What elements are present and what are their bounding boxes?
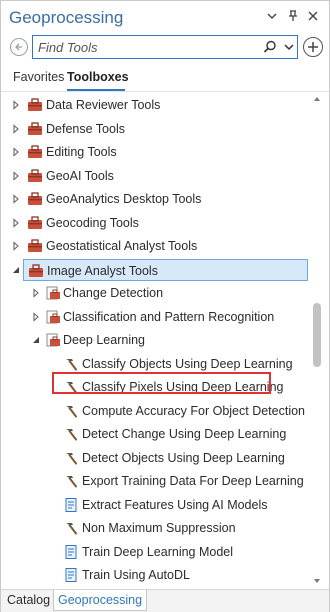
close-icon[interactable] xyxy=(306,10,320,24)
bottom-tab-bar: Catalog Geoprocessing xyxy=(1,589,329,612)
tree-item-tool[interactable]: Export Training Data For Deep Learning xyxy=(1,470,306,492)
plus-icon xyxy=(308,42,318,52)
tree-item-label: Change Detection xyxy=(63,286,164,300)
tree-item-toolbox[interactable]: Geocoding Tools xyxy=(1,212,306,234)
pane-title: Geoprocessing xyxy=(9,8,124,27)
scroll-thumb[interactable] xyxy=(313,303,321,367)
toolbox-icon xyxy=(28,121,42,135)
search-input[interactable] xyxy=(38,39,253,55)
hammer-tool-icon xyxy=(66,523,77,535)
tree-item-toolbox[interactable]: GeoAI Tools xyxy=(1,165,306,187)
tab-favorites[interactable]: Favorites xyxy=(13,70,64,84)
hammer-tool-icon xyxy=(66,405,77,417)
tree-item-label: Image Analyst Tools xyxy=(47,263,158,278)
collapsed-triangle-icon[interactable] xyxy=(11,123,21,134)
script-tool-icon xyxy=(65,544,77,559)
vertical-scrollbar[interactable] xyxy=(311,93,323,589)
tree-item-label: GeoAnalytics Desktop Tools xyxy=(46,192,202,206)
toolbox-icon xyxy=(28,168,42,182)
collapsed-triangle-icon[interactable] xyxy=(31,288,41,298)
tree-item-label: Classification and Pattern Recognition xyxy=(63,309,275,324)
toolbox-icon xyxy=(28,98,42,111)
tree-item-label: Train Using AutoDL xyxy=(82,568,190,582)
tree-item-label: Train Deep Learning Model xyxy=(82,544,234,559)
tree-item-toolset[interactable]: Deep Learning xyxy=(1,329,306,351)
script-tool-icon xyxy=(65,497,77,512)
tree-item-label: Export Training Data For Deep Learning xyxy=(82,474,304,488)
bottom-tab-catalog[interactable]: Catalog xyxy=(3,590,54,610)
chevron-down-icon[interactable] xyxy=(283,41,295,53)
hammer-tool-icon xyxy=(66,476,77,488)
tree-item-tool[interactable]: Extract Features Using AI Models xyxy=(1,494,306,516)
tree-item-label: Defense Tools xyxy=(46,121,125,136)
tree-item-tool[interactable]: Non Maximum Suppression xyxy=(1,517,306,539)
search-row xyxy=(1,35,329,59)
tree-item-tool[interactable]: Detect Change Using Deep Learning xyxy=(1,423,306,445)
toolset-icon xyxy=(46,310,60,323)
collapsed-triangle-icon[interactable] xyxy=(11,241,21,251)
script-tool-icon xyxy=(65,568,77,582)
tree-item-tool[interactable]: Compute Accuracy For Object Detection xyxy=(1,400,306,422)
toolbox-icon xyxy=(28,145,42,158)
tree-item-label: Detect Objects Using Deep Learning xyxy=(82,450,285,465)
active-tab-indicator xyxy=(67,89,125,91)
geoprocessing-pane: Geoprocessing Find Tools Favorites Toolb… xyxy=(0,0,330,612)
add-button[interactable] xyxy=(303,37,323,57)
tree-item-label: Compute Accuracy For Object Detection xyxy=(82,403,306,418)
collapsed-triangle-icon[interactable] xyxy=(11,217,21,228)
tree-item-toolbox[interactable]: GeoAnalytics Desktop Tools xyxy=(1,188,306,210)
toolbox-icon xyxy=(29,263,43,277)
scroll-up-icon[interactable] xyxy=(313,95,321,103)
arrow-left-icon xyxy=(15,43,22,51)
bottom-tab-geoprocessing[interactable]: Geoprocessing xyxy=(53,590,148,611)
toolbox-icon xyxy=(28,239,42,252)
collapsed-triangle-icon[interactable] xyxy=(31,311,41,322)
toolset-icon xyxy=(46,333,60,347)
pane-titlebar: Geoprocessing xyxy=(1,1,329,35)
tree-item-label: Non Maximum Suppression xyxy=(82,521,236,535)
scroll-down-icon[interactable] xyxy=(313,577,321,585)
hammer-tool-icon xyxy=(66,452,77,464)
tree-item-label: Data Reviewer Tools xyxy=(46,98,161,112)
search-icon[interactable] xyxy=(263,40,277,54)
toolset-icon xyxy=(46,286,60,300)
collapsed-triangle-icon[interactable] xyxy=(11,100,21,110)
tree-item-toolbox[interactable]: Geostatistical Analyst Tools xyxy=(1,235,306,257)
toolbox-tree: Data Reviewer Tools Defense Tools Editing … xyxy=(1,93,329,589)
chevron-down-icon[interactable] xyxy=(265,10,279,24)
tree-item-label: Geocoding Tools xyxy=(46,215,139,230)
tree-item-toolbox[interactable]: Data Reviewer Tools xyxy=(1,94,306,116)
toolbox-icon xyxy=(28,215,42,229)
tree-item-toolbox[interactable]: Image Analyst Tools xyxy=(23,258,308,281)
tree-item-toolset[interactable]: Change Detection xyxy=(1,282,306,304)
tab-toolboxes[interactable]: Toolboxes xyxy=(67,70,129,84)
tree-item-tool[interactable]: Train Using AutoDL xyxy=(1,564,306,586)
tree-item-tool[interactable]: Detect Objects Using Deep Learning xyxy=(1,447,306,469)
collapsed-triangle-icon[interactable] xyxy=(11,147,21,157)
tree-item-label: GeoAI Tools xyxy=(46,168,114,183)
tree-item-toolbox[interactable]: Editing Tools xyxy=(1,141,306,163)
tree-item-label: Geostatistical Analyst Tools xyxy=(46,239,198,253)
tree-item-label: Editing Tools xyxy=(46,145,117,159)
expanded-triangle-icon[interactable] xyxy=(31,335,41,345)
pane-tabs: Favorites Toolboxes xyxy=(1,67,329,92)
highlight-annotation xyxy=(52,372,271,394)
tree-item-tool[interactable]: Train Deep Learning Model xyxy=(1,541,306,563)
tree-item-label: Deep Learning xyxy=(63,333,146,347)
toolbox-icon xyxy=(28,192,42,205)
hammer-tool-icon xyxy=(66,358,77,370)
collapsed-triangle-icon[interactable] xyxy=(11,194,21,204)
tree-item-toolset[interactable]: Classification and Pattern Recognition xyxy=(1,306,306,328)
search-box xyxy=(32,35,298,59)
pin-icon[interactable] xyxy=(286,10,300,24)
tree-item-label: Extract Features Using AI Models xyxy=(82,497,268,512)
tree-item-label: Detect Change Using Deep Learning xyxy=(82,427,287,441)
expanded-triangle-icon[interactable] xyxy=(11,265,21,275)
collapsed-triangle-icon[interactable] xyxy=(11,170,21,181)
back-button[interactable] xyxy=(10,38,28,56)
tree-item-toolbox[interactable]: Defense Tools xyxy=(1,118,306,140)
hammer-tool-icon xyxy=(66,429,77,441)
